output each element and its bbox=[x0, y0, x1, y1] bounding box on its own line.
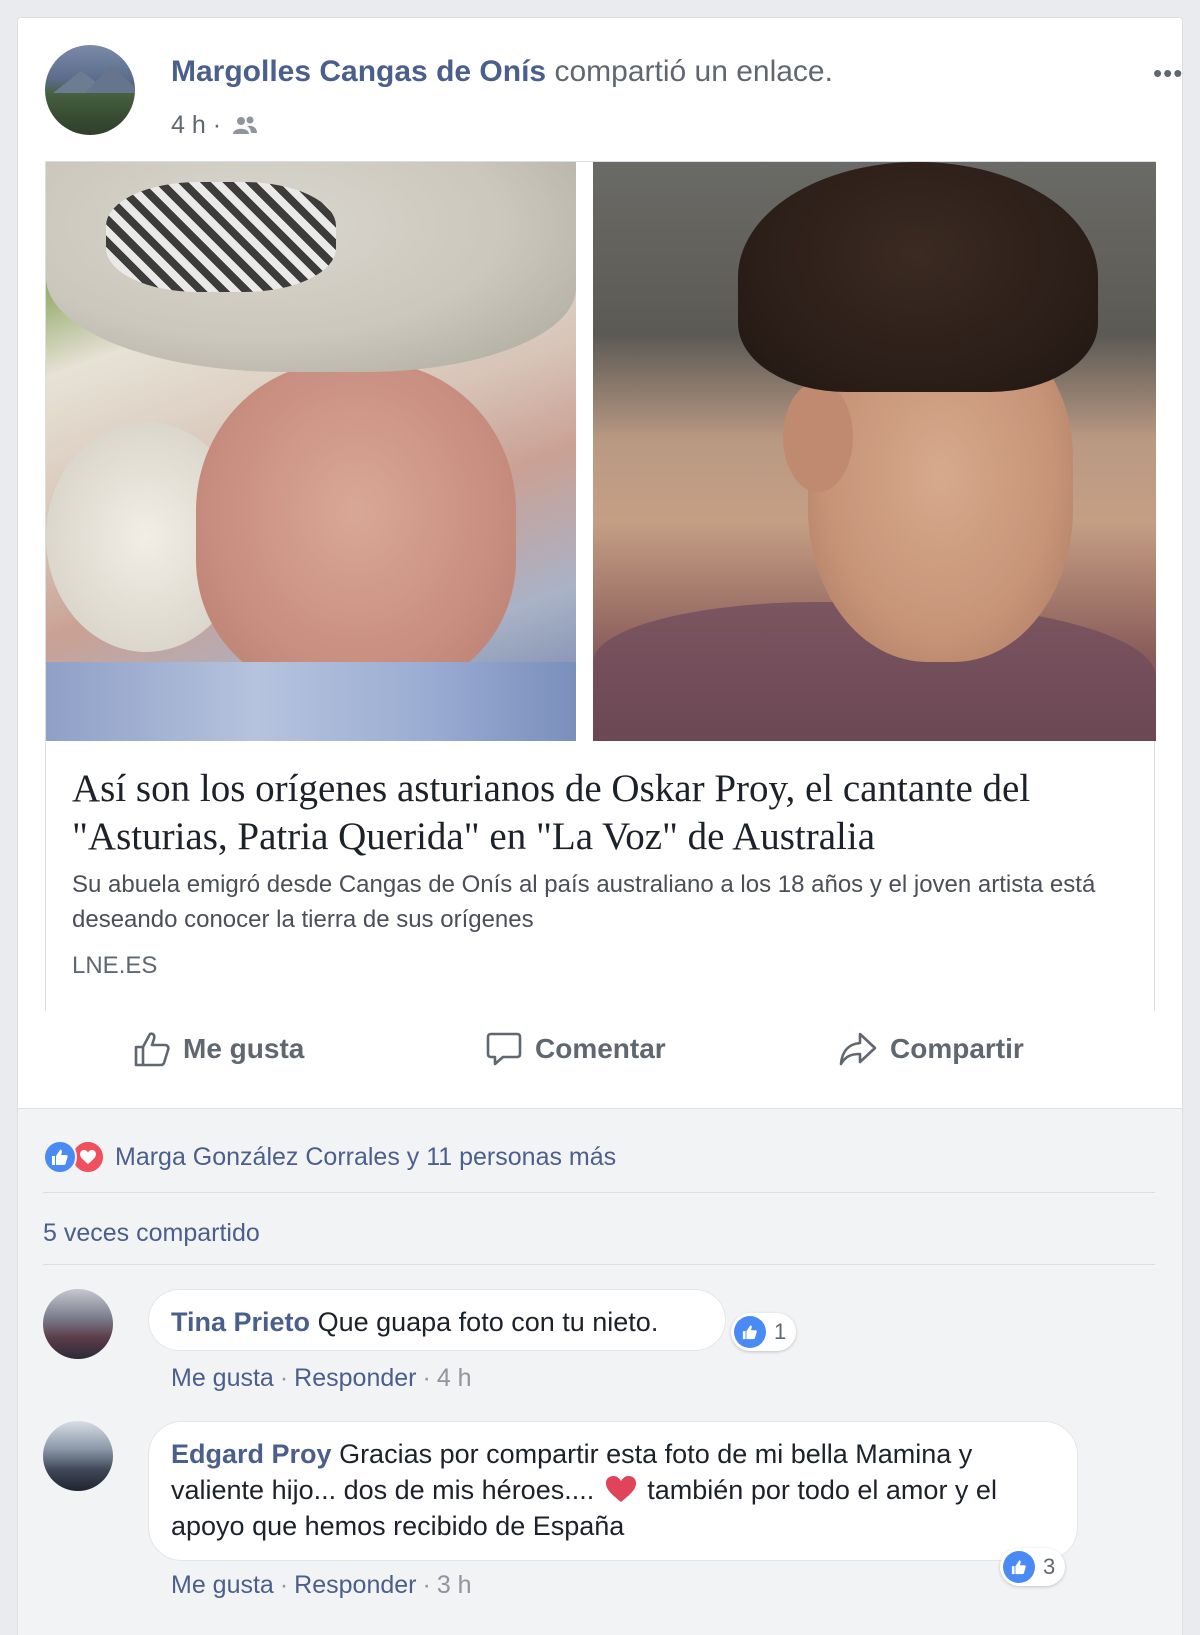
link-description: Su abuela emigró desde Cangas de Onís al… bbox=[72, 871, 1096, 933]
comment-icon bbox=[486, 1032, 522, 1066]
reactions-summary[interactable]: Marga González Corrales y 11 personas má… bbox=[43, 1137, 616, 1177]
post-footer: Marga González Corrales y 11 personas má… bbox=[18, 1108, 1182, 1635]
shared-text: compartió un enlace. bbox=[554, 55, 833, 88]
heart-emoji-icon bbox=[605, 1476, 636, 1502]
shares-count-link[interactable]: 5 veces compartido bbox=[43, 1219, 260, 1248]
link-title[interactable]: Así son los orígenes asturianos de Oskar… bbox=[72, 765, 1132, 861]
commenter-name-link[interactable]: Edgard Proy bbox=[171, 1439, 332, 1469]
friends-icon[interactable] bbox=[232, 115, 258, 135]
divider bbox=[43, 1264, 1155, 1265]
comment-actions: Me gusta · Responder · 3 h bbox=[171, 1571, 472, 1599]
post-header: Margolles Cangas de Onís compartió un en… bbox=[45, 45, 1182, 145]
link-preview[interactable]: Así son los orígenes asturianos de Oskar… bbox=[45, 161, 1156, 1011]
share-arrow-icon bbox=[839, 1032, 877, 1066]
commenter-avatar[interactable] bbox=[43, 1421, 113, 1491]
comment-bubble: Tina Prieto Que guapa foto con tu nieto. bbox=[148, 1289, 726, 1351]
comment-reaction-count[interactable]: 1 bbox=[731, 1313, 797, 1351]
comment-time[interactable]: 4 h bbox=[437, 1364, 472, 1392]
like-reaction-icon bbox=[734, 1316, 766, 1348]
share-button[interactable]: Compartir bbox=[838, 1019, 1024, 1079]
like-button[interactable]: Me gusta bbox=[133, 1019, 304, 1079]
thumbs-up-icon bbox=[134, 1032, 170, 1067]
post-time-link[interactable]: 4 h bbox=[171, 111, 206, 139]
like-reaction-icon bbox=[1003, 1551, 1035, 1583]
post-meta: 4 h · bbox=[171, 111, 258, 140]
comment-bubble: Edgard Proy Gracias por compartir esta f… bbox=[148, 1421, 1078, 1561]
comment-like-link[interactable]: Me gusta bbox=[171, 1364, 274, 1392]
post-actions: Me gusta Comentar Compartir bbox=[18, 1019, 1182, 1079]
comment-reply-link[interactable]: Responder bbox=[294, 1571, 416, 1599]
comment-time[interactable]: 3 h bbox=[437, 1571, 472, 1599]
link-domain: LNE.ES bbox=[72, 952, 158, 979]
image-divider bbox=[576, 162, 593, 741]
author-name-link[interactable]: Margolles Cangas de Onís bbox=[171, 55, 546, 88]
comment-reaction-count[interactable]: 3 bbox=[1000, 1548, 1066, 1586]
like-reaction-icon bbox=[43, 1140, 77, 1174]
comment-actions: Me gusta · Responder · 4 h bbox=[171, 1364, 472, 1392]
comment-button[interactable]: Comentar bbox=[485, 1019, 666, 1079]
link-image-grandmother bbox=[46, 162, 576, 741]
share-button-label: Compartir bbox=[890, 1033, 1024, 1064]
comment-reply-link[interactable]: Responder bbox=[294, 1364, 416, 1392]
commenter-name-link[interactable]: Tina Prieto bbox=[171, 1307, 310, 1337]
author-line: Margolles Cangas de Onís compartió un en… bbox=[171, 55, 833, 89]
link-info[interactable]: Así son los orígenes asturianos de Oskar… bbox=[46, 741, 1154, 1011]
comment-item: Tina Prieto Que guapa foto con tu nieto.… bbox=[43, 1289, 1153, 1409]
commenter-avatar[interactable] bbox=[43, 1289, 113, 1359]
like-button-label: Me gusta bbox=[183, 1033, 305, 1064]
post-card: Margolles Cangas de Onís compartió un en… bbox=[17, 17, 1183, 1635]
reactions-text: Marga González Corrales y 11 personas má… bbox=[115, 1142, 617, 1171]
reaction-count: 3 bbox=[1043, 1554, 1056, 1579]
comment-text: Que guapa foto con tu nieto. bbox=[317, 1307, 659, 1337]
link-image-singer bbox=[593, 162, 1156, 741]
more-options-icon[interactable]: ••• bbox=[1153, 60, 1182, 86]
reaction-count: 1 bbox=[774, 1319, 787, 1344]
comment-button-label: Comentar bbox=[535, 1033, 666, 1064]
meta-separator: · bbox=[212, 111, 222, 139]
comment-item: Edgard Proy Gracias por compartir esta f… bbox=[43, 1421, 1153, 1621]
divider bbox=[43, 1192, 1155, 1193]
comment-like-link[interactable]: Me gusta bbox=[171, 1571, 274, 1599]
page-avatar[interactable] bbox=[45, 45, 135, 135]
